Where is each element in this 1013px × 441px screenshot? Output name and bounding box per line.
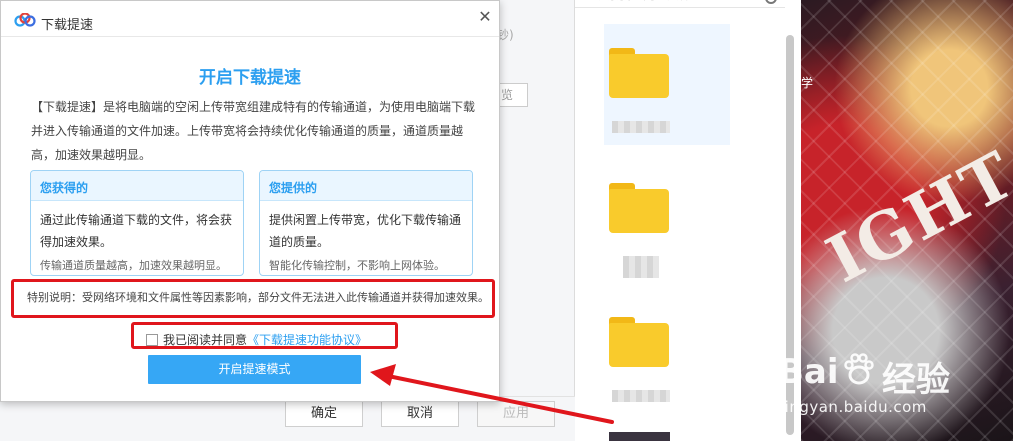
annotation-box-note	[11, 279, 495, 318]
baidu-netdisk-logo-icon	[14, 13, 36, 27]
dialog-heading: 开启下载提速	[199, 68, 301, 88]
enable-boost-button[interactable]: 开启提速模式	[148, 355, 361, 384]
paw-icon	[844, 353, 874, 385]
watermark-brand-left: Bai	[778, 352, 839, 392]
file-name-blurred	[623, 256, 659, 278]
file-name-blurred	[612, 390, 670, 402]
card-you-get-footnote: 传输通道质量越高，加速效果越明显。	[40, 259, 227, 272]
card-you-give-body: 提供闲置上传带宽，优化下载传输通道的质量。	[269, 213, 462, 249]
file-search-input[interactable]: 搜索我的网盘文件	[575, 0, 785, 8]
baidu-watermark: Bai 经验 jingyan.baidu.com	[778, 352, 1010, 432]
watermark-brand-right: 经验	[882, 360, 950, 400]
annotation-arrow-icon	[370, 364, 614, 424]
card-you-get-body: 通过此传输通道下载的文件，将会获得加速效果。	[40, 213, 233, 249]
folder-icon[interactable]	[609, 317, 669, 367]
browse-button[interactable]: 览	[496, 83, 528, 107]
dialog-intro: 【下载提速】是将电脑端的空闲上传带宽组建成特有的传输通道，为使用电脑端下载并进入…	[31, 100, 476, 162]
photo-edge-mark: 学	[801, 76, 814, 90]
card-you-get-title: 您获得的	[31, 171, 243, 201]
card-you-give: 您提供的 提供闲置上传带宽，优化下载传输通道的质量。 智能化传输控制，不影响上网…	[259, 170, 473, 276]
file-thumbnail[interactable]	[609, 432, 670, 441]
ok-button[interactable]: 确定	[285, 401, 363, 427]
card-you-get: 您获得的 通过此传输通道下载的文件，将会获得加速效果。 传输通道质量越高，加速效…	[30, 170, 244, 276]
annotation-box-agreement	[131, 322, 398, 349]
watermark-url: jingyan.baidu.com	[780, 398, 927, 416]
card-you-give-title: 您提供的	[260, 171, 472, 201]
close-icon[interactable]: ✕	[477, 9, 493, 25]
folder-icon[interactable]	[609, 48, 669, 98]
file-name-blurred	[612, 121, 670, 133]
card-you-give-footnote: 智能化传输控制，不影响上网体验。	[269, 259, 445, 272]
dialog-title: 下载提速	[41, 18, 94, 33]
dialog-titlebar: 下载提速 ✕	[1, 1, 499, 37]
folder-icon[interactable]	[609, 183, 669, 233]
